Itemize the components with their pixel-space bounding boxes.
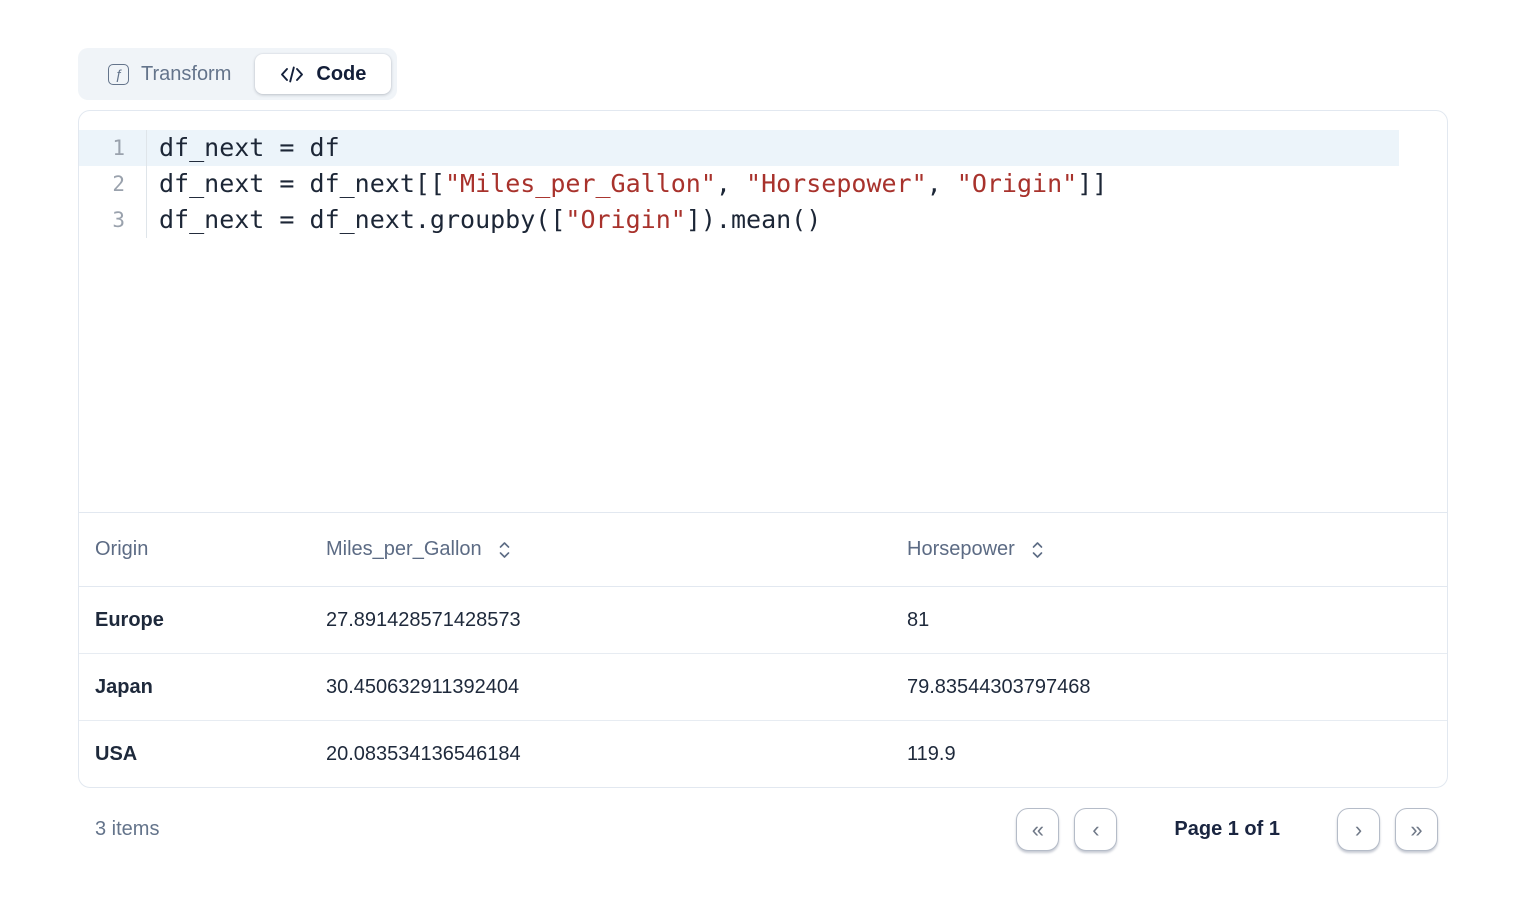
sort-icon[interactable]	[1031, 539, 1044, 561]
tab-code-label: Code	[316, 63, 366, 86]
first-page-icon: «	[1032, 819, 1044, 841]
code-text: df_next = df	[147, 130, 340, 166]
line-number: 1	[79, 130, 147, 166]
code-token: df_next = df_next.groupby([	[159, 205, 565, 234]
column-header-miles-per-gallon[interactable]: Miles_per_Gallon	[310, 538, 891, 561]
next-page-icon: ›	[1355, 819, 1362, 841]
pagination: « ‹ Page 1 of 1 › »	[1016, 808, 1438, 851]
cell-value: 79.83544303797468	[891, 676, 1447, 699]
string-token: "Horsepower"	[746, 169, 927, 198]
code-token: ]]	[1077, 169, 1107, 198]
code-line[interactable]: 3df_next = df_next.groupby(["Origin"]).m…	[79, 202, 1447, 238]
table-footer: 3 items « ‹ Page 1 of 1 › »	[78, 808, 1448, 851]
code-token: ,	[716, 169, 746, 198]
page-indicator: Page 1 of 1	[1174, 818, 1280, 841]
table-header: Origin Miles_per_Gallon Horsepower	[79, 513, 1447, 587]
last-page-icon: »	[1410, 819, 1422, 841]
code-line[interactable]: 2df_next = df_next[["Miles_per_Gallon", …	[79, 166, 1447, 202]
code-token: ]).mean()	[686, 205, 821, 234]
tab-transform[interactable]: ƒ Transform	[84, 54, 255, 94]
code-token: df_next = df_next[[	[159, 169, 445, 198]
first-page-button[interactable]: «	[1016, 808, 1059, 851]
cell-origin: Japan	[79, 676, 310, 699]
cell-origin: USA	[79, 743, 310, 766]
cell-value: 30.450632911392404	[310, 676, 891, 699]
cell-value: 81	[891, 609, 1447, 632]
column-header-horsepower[interactable]: Horsepower	[891, 538, 1447, 561]
string-token: "Miles_per_Gallon"	[445, 169, 716, 198]
tab-transform-label: Transform	[141, 63, 231, 86]
tab-code[interactable]: Code	[255, 54, 391, 94]
last-page-button[interactable]: »	[1395, 808, 1438, 851]
string-token: "Origin"	[565, 205, 685, 234]
code-editor[interactable]: 1df_next = df2df_next = df_next[["Miles_…	[79, 111, 1447, 513]
code-icon	[280, 66, 304, 83]
table-row[interactable]: Europe27.89142857142857381	[79, 587, 1447, 654]
function-icon: ƒ	[108, 64, 129, 85]
code-token: df_next = df	[159, 133, 340, 162]
previous-page-button[interactable]: ‹	[1074, 808, 1117, 851]
items-count: 3 items	[95, 818, 159, 841]
column-header-origin: Origin	[79, 538, 310, 561]
view-toggle: ƒ Transform Code	[78, 48, 397, 100]
cell-origin: Europe	[79, 609, 310, 632]
code-text: df_next = df_next.groupby(["Origin"]).me…	[147, 202, 821, 238]
next-page-button[interactable]: ›	[1337, 808, 1380, 851]
code-text: df_next = df_next[["Miles_per_Gallon", "…	[147, 166, 1107, 202]
cell-value: 119.9	[891, 743, 1447, 766]
code-line[interactable]: 1 df_next = df	[79, 130, 1447, 166]
code-panel: 1df_next = df2df_next = df_next[["Miles_…	[78, 110, 1448, 788]
cell-value: 20.083534136546184	[310, 743, 891, 766]
line-number: 2	[79, 166, 147, 202]
string-token: "Origin"	[957, 169, 1077, 198]
table-row[interactable]: Japan30.45063291139240479.83544303797468	[79, 654, 1447, 721]
line-number: 3	[79, 202, 147, 238]
sort-icon[interactable]	[498, 539, 511, 561]
table-row[interactable]: USA20.083534136546184119.9	[79, 721, 1447, 787]
cell-value: 27.891428571428573	[310, 609, 891, 632]
table-body: Europe27.89142857142857381Japan30.450632…	[79, 587, 1447, 787]
code-token: ,	[927, 169, 957, 198]
previous-page-icon: ‹	[1092, 819, 1099, 841]
